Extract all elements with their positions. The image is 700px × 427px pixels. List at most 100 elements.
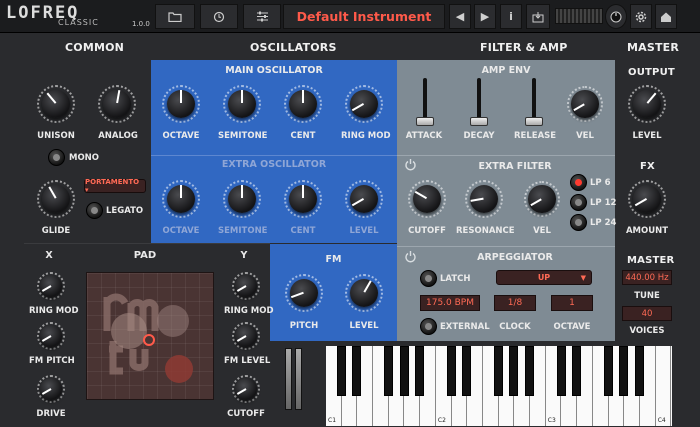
voices-display[interactable]: 40 [622, 306, 672, 321]
black-key[interactable] [635, 346, 644, 396]
pad-ring-mod-right-label: RING MOD [224, 306, 274, 316]
xy-pad[interactable] [86, 272, 214, 400]
pad-cutoff-knob[interactable] [232, 375, 260, 403]
pad-drive-knob[interactable] [37, 375, 65, 403]
octave-display[interactable]: 1 [551, 295, 593, 311]
pad-fm-level-knob[interactable] [232, 322, 260, 350]
black-key[interactable] [603, 346, 613, 396]
fm-level-knob[interactable] [345, 274, 383, 312]
pitch-wheel[interactable] [285, 348, 292, 410]
output-level-knob[interactable] [628, 85, 666, 123]
mixer-button[interactable] [243, 4, 281, 29]
output-level-label: LEVEL [632, 131, 662, 141]
divider [397, 246, 615, 247]
tune-display[interactable]: 440.00 Hz [622, 270, 672, 285]
resonance-knob[interactable] [465, 180, 503, 218]
black-key[interactable] [415, 346, 425, 396]
filter-vel-knob[interactable] [524, 181, 560, 217]
lp24-led [575, 219, 582, 226]
extra-semitone-knob[interactable] [223, 180, 261, 218]
clock-display[interactable]: 1/8 [494, 295, 536, 311]
cutoff-knob[interactable] [408, 180, 446, 218]
settings-button[interactable] [630, 4, 652, 29]
common-header: COMMON [65, 41, 125, 54]
external-toggle[interactable] [420, 318, 437, 335]
folder-button[interactable] [155, 4, 195, 29]
release-label: RELEASE [514, 131, 557, 141]
portamento-dropdown[interactable]: PORTAMENTO ▾ [84, 178, 146, 194]
legato-label: LEGATO [106, 206, 144, 216]
main-semitone-knob[interactable] [223, 85, 261, 123]
info-button[interactable]: i [500, 4, 522, 29]
main-cent-knob[interactable] [284, 85, 322, 123]
fm-pitch-knob[interactable] [285, 274, 323, 312]
latch-led [425, 275, 432, 282]
black-key[interactable] [352, 346, 362, 396]
extra-level-label: LEVEL [349, 226, 379, 236]
extra-cent-knob[interactable] [284, 180, 322, 218]
release-slider[interactable] [525, 117, 543, 126]
main-semitone-label: SEMITONE [218, 131, 268, 141]
extra-filter-power-icon[interactable] [404, 158, 417, 171]
black-key[interactable] [509, 346, 519, 396]
lp24-toggle[interactable] [570, 214, 587, 231]
arpeggiator-header: ARPEGGIATOR [477, 252, 553, 263]
pad-y-label: Y [240, 250, 248, 261]
black-key[interactable] [572, 346, 582, 396]
next-icon: ▶ [480, 10, 490, 23]
bpm-display[interactable]: 175.0 BPM [420, 295, 480, 311]
arpeggiator-power-icon[interactable] [404, 250, 417, 263]
save-button[interactable] [526, 4, 550, 29]
lp12-toggle[interactable] [570, 194, 587, 211]
pad-ring-mod-left-knob[interactable] [37, 272, 65, 300]
main-octave-knob[interactable] [162, 85, 200, 123]
legato-toggle[interactable] [86, 202, 103, 219]
lp24-label: LP 24 [590, 218, 617, 228]
history-button[interactable] [200, 4, 238, 29]
glide-knob[interactable] [37, 180, 75, 218]
black-key[interactable] [446, 346, 456, 396]
fx-amount-label: AMOUNT [625, 226, 669, 236]
white-key[interactable] [655, 346, 672, 426]
key-label-c4: C4 [657, 417, 666, 424]
analog-knob[interactable] [98, 85, 136, 123]
extra-octave-label: OCTAVE [162, 226, 200, 236]
black-key[interactable] [556, 346, 566, 396]
unison-knob[interactable] [37, 85, 75, 123]
black-key[interactable] [462, 346, 472, 396]
mono-toggle[interactable] [48, 149, 65, 166]
main-cent-label: CENT [290, 131, 316, 141]
decay-slider[interactable] [470, 117, 488, 126]
black-key[interactable] [493, 346, 503, 396]
arp-mode-dropdown[interactable]: UP ▼ [496, 270, 592, 285]
black-key[interactable] [336, 346, 346, 396]
preset-name-display[interactable]: Default Instrument [283, 4, 445, 29]
fx-amount-knob[interactable] [628, 180, 666, 218]
clock-label: CLOCK [499, 322, 531, 332]
black-key[interactable] [383, 346, 393, 396]
piano-keyboard[interactable]: C1 C2 C3 C4 [326, 346, 672, 426]
output-header: OUTPUT [628, 67, 675, 78]
home-button[interactable] [655, 4, 677, 29]
master-volume-knob[interactable] [605, 4, 627, 29]
amp-vel-knob[interactable] [567, 86, 603, 122]
black-key[interactable] [619, 346, 629, 396]
attack-slider[interactable] [416, 117, 434, 126]
filter-vel-label: VEL [533, 226, 551, 236]
black-key[interactable] [399, 346, 409, 396]
extra-level-knob[interactable] [345, 180, 383, 218]
pad-fm-pitch-knob[interactable] [37, 322, 65, 350]
lp6-label: LP 6 [590, 178, 611, 188]
external-led [425, 323, 432, 330]
pad-x-label: X [45, 250, 53, 261]
latch-toggle[interactable] [420, 270, 437, 287]
pad-ring-mod-right-knob[interactable] [232, 272, 260, 300]
extra-octave-knob[interactable] [162, 180, 200, 218]
mod-wheel[interactable] [295, 348, 302, 410]
main-ring-mod-knob[interactable] [345, 85, 383, 123]
prev-preset-button[interactable]: ◀ [449, 4, 471, 29]
black-key[interactable] [525, 346, 535, 396]
lp6-toggle[interactable] [570, 174, 587, 191]
lp6-led [575, 179, 582, 186]
next-preset-button[interactable]: ▶ [474, 4, 496, 29]
